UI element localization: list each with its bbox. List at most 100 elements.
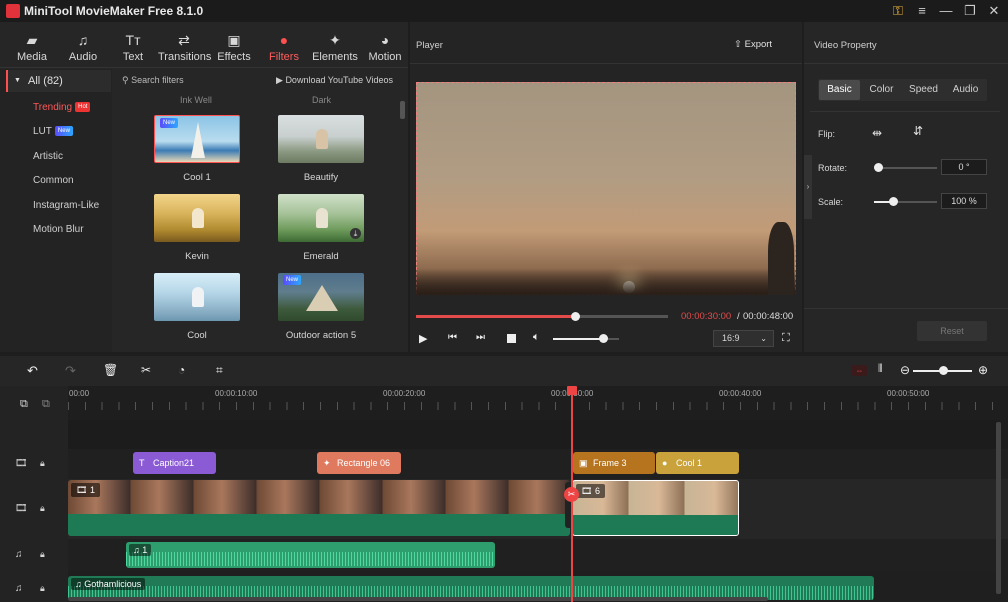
app-title: MiniTool MovieMaker Free 8.1.0 bbox=[24, 4, 204, 18]
lock-icon[interactable]: 🔒︎ bbox=[40, 503, 45, 514]
caption-clip[interactable]: T Caption21 bbox=[133, 452, 216, 474]
download-youtube-link[interactable]: ▶ Download YouTube Videos bbox=[276, 75, 393, 86]
filter-thumb-outdoor-action-5[interactable]: New bbox=[278, 273, 364, 321]
category-instagram-like[interactable]: Instagram-Like bbox=[6, 195, 111, 217]
playhead-handle[interactable] bbox=[567, 386, 577, 395]
menu-icon[interactable]: ≡ bbox=[912, 2, 932, 20]
volume-icon[interactable]: 🔈︎ bbox=[533, 331, 540, 344]
folder-icon: ▰ bbox=[26, 32, 38, 48]
redo-icon[interactable]: ↷ bbox=[65, 363, 76, 379]
collapse-arrow-icon: ▼ bbox=[14, 77, 21, 84]
rotate-handle[interactable] bbox=[874, 163, 883, 172]
tree-image bbox=[768, 222, 794, 295]
snap-icon[interactable]: ⇔ bbox=[852, 365, 867, 376]
key-icon[interactable]: ⚿ bbox=[888, 2, 908, 20]
rotate-track[interactable] bbox=[874, 167, 937, 169]
clip-index-badge: 🎞︎ 6 bbox=[576, 484, 605, 498]
audio-clip-1[interactable]: ♫ 1 bbox=[126, 542, 495, 568]
fullscreen-icon[interactable]: ⛶ bbox=[782, 332, 790, 345]
category-lut[interactable]: LUT New bbox=[6, 121, 111, 143]
next-frame-icon[interactable]: ⏭ bbox=[476, 332, 485, 343]
tab-audio[interactable]: ♫ Audio bbox=[58, 32, 108, 63]
tab-audio[interactable]: Audio bbox=[945, 80, 986, 100]
divider bbox=[810, 111, 1000, 112]
rectangle-clip[interactable]: ✦ Rectangle 06 bbox=[317, 452, 401, 474]
filter-thumb-kevin[interactable] bbox=[154, 194, 240, 242]
tab-elements[interactable]: ✦ Elements bbox=[309, 32, 361, 63]
add-track-icon[interactable]: ⧉ bbox=[20, 398, 28, 411]
maximize-button[interactable]: ❐ bbox=[960, 2, 980, 20]
tab-transitions[interactable]: ⇄ Transitions bbox=[158, 32, 211, 63]
minimize-button[interactable]: — bbox=[936, 2, 956, 20]
zoom-out-icon[interactable]: ⊖ bbox=[900, 363, 910, 377]
frame-clip[interactable]: ▣ Frame 3 bbox=[573, 452, 655, 474]
search-input[interactable]: ⚲ Search filters bbox=[122, 75, 184, 86]
property-title: Video Property bbox=[814, 40, 877, 51]
lock-icon[interactable]: 🔒︎ bbox=[40, 458, 45, 469]
remove-track-icon[interactable]: ⧉ bbox=[42, 398, 50, 411]
tab-speed[interactable]: Speed bbox=[903, 80, 944, 100]
filter-label: Beautify bbox=[303, 172, 339, 183]
close-button[interactable]: ✕ bbox=[984, 2, 1004, 20]
tab-basic[interactable]: Basic bbox=[819, 80, 860, 100]
category-common[interactable]: Common bbox=[6, 170, 111, 192]
tipi-image bbox=[191, 122, 205, 158]
progress-handle[interactable] bbox=[570, 312, 580, 321]
music-icon: ♫ bbox=[77, 32, 89, 48]
export-button[interactable]: ⇧ Export bbox=[734, 39, 772, 50]
filter-grid: Ink Well Dark New Cool 1 Beautify Kevin … bbox=[112, 91, 408, 352]
tab-text[interactable]: Tт Text bbox=[108, 32, 158, 63]
rotate-value-input[interactable]: 0 ° bbox=[941, 159, 987, 175]
scale-label: Scale: bbox=[818, 197, 844, 207]
play-icon[interactable]: ▶ bbox=[419, 332, 427, 345]
reset-button[interactable]: Reset bbox=[917, 321, 987, 341]
tab-motion[interactable]: ◕ Motion bbox=[360, 32, 410, 63]
zoom-handle[interactable] bbox=[938, 366, 948, 375]
fit-icon[interactable]: ⫴ bbox=[878, 363, 883, 376]
tab-media[interactable]: ▰ Media bbox=[7, 32, 57, 63]
filter-thumb-cool-1[interactable]: New bbox=[154, 115, 240, 163]
category-motion-blur[interactable]: Motion Blur bbox=[6, 219, 111, 241]
vertical-scrollbar[interactable] bbox=[996, 422, 1001, 594]
effects-icon: ▣ bbox=[227, 32, 241, 48]
timeline-toolbar: ↶ ↷ 🗑︎ ✂ ◔ ⌗ ⇔ ⫴ ⊖ ⊕ bbox=[0, 356, 1008, 386]
filter-clip[interactable]: ● Cool 1 bbox=[656, 452, 739, 474]
undo-icon[interactable]: ↶ bbox=[27, 363, 38, 379]
aspect-ratio-select[interactable]: 16:9 ⌄ bbox=[713, 330, 774, 347]
filter-thumb-emerald[interactable]: ⤓ bbox=[278, 194, 364, 242]
previous-frame-icon[interactable]: ⏮ bbox=[448, 332, 457, 343]
filter-thumb-beautify[interactable] bbox=[278, 115, 364, 163]
speed-icon[interactable]: ◔ bbox=[178, 363, 185, 377]
crop-icon[interactable]: ⌗ bbox=[216, 363, 223, 378]
category-artistic[interactable]: Artistic bbox=[6, 146, 111, 168]
tab-color[interactable]: Color bbox=[861, 80, 902, 100]
video-clip-2[interactable]: 🎞︎ 6 bbox=[572, 480, 739, 536]
scale-handle[interactable] bbox=[888, 197, 898, 206]
volume-handle[interactable] bbox=[598, 334, 608, 343]
download-icon[interactable]: ⤓ bbox=[350, 228, 361, 239]
lock-icon[interactable]: 🔒︎ bbox=[40, 583, 45, 594]
tab-effects[interactable]: ▣ Effects bbox=[209, 32, 259, 63]
flip-vertical-icon[interactable]: ⇵ bbox=[913, 124, 923, 138]
lock-icon[interactable]: 🔒︎ bbox=[40, 549, 45, 560]
tool-tabs: ▰ Media ♫ Audio Tт Text ⇄ Transitions ▣ Effec… bbox=[0, 22, 408, 68]
split-scissors-icon[interactable]: ✂ bbox=[564, 487, 579, 502]
hot-badge: Hot bbox=[75, 102, 91, 113]
flip-horizontal-icon[interactable]: ⇹ bbox=[872, 126, 882, 140]
video-clip-1[interactable]: 🎞︎ 1 bbox=[68, 480, 570, 536]
tab-filters[interactable]: ● Filters bbox=[259, 32, 309, 63]
collapse-panel-icon[interactable]: › bbox=[804, 155, 812, 219]
timeline-ruler[interactable]: ⧉ ⧉ 00:00 00:00:10:00 00:00:20:00 00:00:… bbox=[0, 386, 1008, 420]
zoom-in-icon[interactable]: ⊕ bbox=[978, 363, 988, 377]
category-trending[interactable]: Trending Hot bbox=[6, 97, 111, 119]
scrollbar[interactable] bbox=[400, 101, 405, 119]
ruler-label: 00:00:50:00 bbox=[887, 389, 930, 398]
filter-thumb-cool[interactable] bbox=[154, 273, 240, 321]
stop-icon[interactable] bbox=[507, 334, 516, 343]
category-all[interactable]: ▼ All (82) bbox=[6, 70, 111, 92]
delete-icon[interactable]: 🗑︎ bbox=[103, 363, 118, 377]
scale-value-input[interactable]: 100 % bbox=[941, 193, 987, 209]
horizontal-scrollbar[interactable] bbox=[68, 597, 768, 601]
split-icon[interactable]: ✂ bbox=[141, 363, 151, 377]
search-icon: ⚲ bbox=[122, 75, 129, 85]
